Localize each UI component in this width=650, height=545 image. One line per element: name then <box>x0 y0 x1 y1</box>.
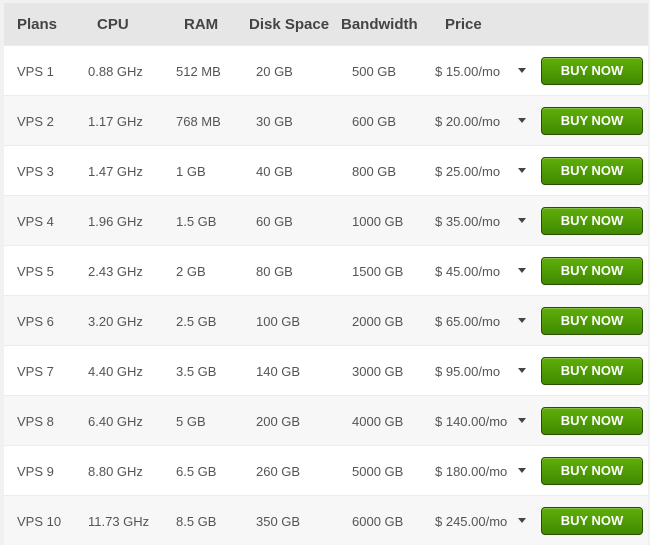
plan-name: VPS 1 <box>17 64 54 79</box>
disk-value: 200 GB <box>256 414 301 429</box>
price-dropdown-caret-icon[interactable] <box>518 318 526 323</box>
plan-name: VPS 2 <box>17 114 54 129</box>
ram-value: 512 MB <box>176 64 221 79</box>
buy-now-button[interactable]: BUY NOW <box>541 207 643 235</box>
cpu-value: 3.20 GHz <box>88 314 143 329</box>
buy-now-button[interactable]: BUY NOW <box>541 357 643 385</box>
cpu-value: 1.47 GHz <box>88 164 143 179</box>
header-ram: RAM <box>184 16 219 33</box>
buy-now-button[interactable]: BUY NOW <box>541 157 643 185</box>
table-row: VPS 6 3.20 GHz 2.5 GB 100 GB 2000 GB $ 65.00/… <box>4 295 648 345</box>
buy-now-button[interactable]: BUY NOW <box>541 107 643 135</box>
header-bandwidth: Bandwidth <box>341 16 418 33</box>
buy-now-button[interactable]: BUY NOW <box>541 57 643 85</box>
price-value: $ 245.00/mo <box>435 514 508 529</box>
cpu-value: 1.96 GHz <box>88 214 143 229</box>
buy-now-button[interactable]: BUY NOW <box>541 407 643 435</box>
disk-value: 30 GB <box>256 114 293 129</box>
cpu-value: 6.40 GHz <box>88 414 143 429</box>
buy-now-button[interactable]: BUY NOW <box>541 507 643 535</box>
price-value: $ 20.00/mo <box>435 114 501 129</box>
bandwidth-value: 500 GB <box>352 64 397 79</box>
table-row: VPS 4 1.96 GHz 1.5 GB 60 GB 1000 GB $ 35.00/m… <box>4 195 648 245</box>
price-dropdown-caret-icon[interactable] <box>518 468 526 473</box>
table-row: VPS 8 6.40 GHz 5 GB 200 GB 4000 GB $ 140.00/m… <box>4 395 648 445</box>
price-dropdown-caret-icon[interactable] <box>518 518 526 523</box>
ram-value: 3.5 GB <box>176 364 217 379</box>
ram-value: 2.5 GB <box>176 314 217 329</box>
buy-now-button[interactable]: BUY NOW <box>541 257 643 285</box>
price-dropdown-caret-icon[interactable] <box>518 168 526 173</box>
plan-name: VPS 5 <box>17 264 54 279</box>
plan-name: VPS 4 <box>17 214 54 229</box>
ram-value: 8.5 GB <box>176 514 217 529</box>
price-dropdown-caret-icon[interactable] <box>518 218 526 223</box>
bandwidth-value: 5000 GB <box>352 464 404 479</box>
disk-value: 140 GB <box>256 364 301 379</box>
plan-name: VPS 7 <box>17 364 54 379</box>
plan-name: VPS 9 <box>17 464 54 479</box>
disk-value: 60 GB <box>256 214 293 229</box>
cpu-value: 1.17 GHz <box>88 114 143 129</box>
table-row: VPS 5 2.43 GHz 2 GB 80 GB 1500 GB $ 45.00/mo B… <box>4 245 648 295</box>
disk-value: 20 GB <box>256 64 293 79</box>
cpu-value: 8.80 GHz <box>88 464 143 479</box>
cpu-value: 2.43 GHz <box>88 264 143 279</box>
header-disk-space: Disk Space <box>249 16 330 33</box>
price-value: $ 25.00/mo <box>435 164 501 179</box>
cpu-value: 11.73 GHz <box>88 514 150 529</box>
ram-value: 2 GB <box>176 264 206 279</box>
bandwidth-value: 600 GB <box>352 114 397 129</box>
price-dropdown-caret-icon[interactable] <box>518 268 526 273</box>
price-value: $ 65.00/mo <box>435 314 501 329</box>
price-dropdown-caret-icon[interactable] <box>518 68 526 73</box>
table-row: VPS 2 1.17 GHz 768 MB 30 GB 600 GB $ 20.00/mo… <box>4 95 648 145</box>
disk-value: 80 GB <box>256 264 293 279</box>
price-dropdown-caret-icon[interactable] <box>518 418 526 423</box>
plan-name: VPS 8 <box>17 414 54 429</box>
table-row: VPS 9 8.80 GHz 6.5 GB 260 GB 5000 GB $ 180.00… <box>4 445 648 495</box>
price-dropdown-caret-icon[interactable] <box>518 118 526 123</box>
plan-name: VPS 10 <box>17 514 62 529</box>
header-price: Price <box>445 16 482 33</box>
price-value: $ 180.00/mo <box>435 464 508 479</box>
price-value: $ 15.00/mo <box>435 64 501 79</box>
bandwidth-value: 2000 GB <box>352 314 404 329</box>
bandwidth-value: 1500 GB <box>352 264 404 279</box>
plan-name: VPS 6 <box>17 314 54 329</box>
disk-value: 350 GB <box>256 514 301 529</box>
bandwidth-value: 1000 GB <box>352 214 404 229</box>
table-header: Plans CPU RAM Disk Space Bandwidth Price <box>4 3 648 45</box>
disk-value: 40 GB <box>256 164 293 179</box>
price-dropdown-caret-icon[interactable] <box>518 368 526 373</box>
ram-value: 1.5 GB <box>176 214 217 229</box>
buy-now-button[interactable]: BUY NOW <box>541 307 643 335</box>
disk-value: 260 GB <box>256 464 301 479</box>
pricing-table: Plans CPU RAM Disk Space Bandwidth Price… <box>4 3 648 545</box>
ram-value: 1 GB <box>176 164 206 179</box>
table-body: VPS 1 0.88 GHz 512 MB 20 GB 500 GB $ 15.00/mo… <box>4 45 648 545</box>
bandwidth-value: 4000 GB <box>352 414 404 429</box>
bandwidth-value: 6000 GB <box>352 514 404 529</box>
bandwidth-value: 3000 GB <box>352 364 404 379</box>
plan-name: VPS 3 <box>17 164 54 179</box>
ram-value: 5 GB <box>176 414 206 429</box>
header-cpu: CPU <box>97 16 129 33</box>
disk-value: 100 GB <box>256 314 301 329</box>
header-plans: Plans <box>17 16 58 33</box>
table-row: VPS 7 4.40 GHz 3.5 GB 140 GB 3000 GB $ 95.00/… <box>4 345 648 395</box>
buy-now-button[interactable]: BUY NOW <box>541 457 643 485</box>
price-value: $ 95.00/mo <box>435 364 501 379</box>
price-value: $ 45.00/mo <box>435 264 501 279</box>
table-row: VPS 10 11.73 GHz 8.5 GB 350 GB 6000 GB $ 245.… <box>4 495 648 545</box>
table-row: VPS 3 1.47 GHz 1 GB 40 GB 800 GB $ 25.00/mo BU… <box>4 145 648 195</box>
price-value: $ 35.00/mo <box>435 214 501 229</box>
cpu-value: 4.40 GHz <box>88 364 143 379</box>
ram-value: 6.5 GB <box>176 464 217 479</box>
bandwidth-value: 800 GB <box>352 164 397 179</box>
ram-value: 768 MB <box>176 114 221 129</box>
price-value: $ 140.00/mo <box>435 414 508 429</box>
table-row: VPS 1 0.88 GHz 512 MB 20 GB 500 GB $ 15.00/mo… <box>4 45 648 95</box>
cpu-value: 0.88 GHz <box>88 64 143 79</box>
